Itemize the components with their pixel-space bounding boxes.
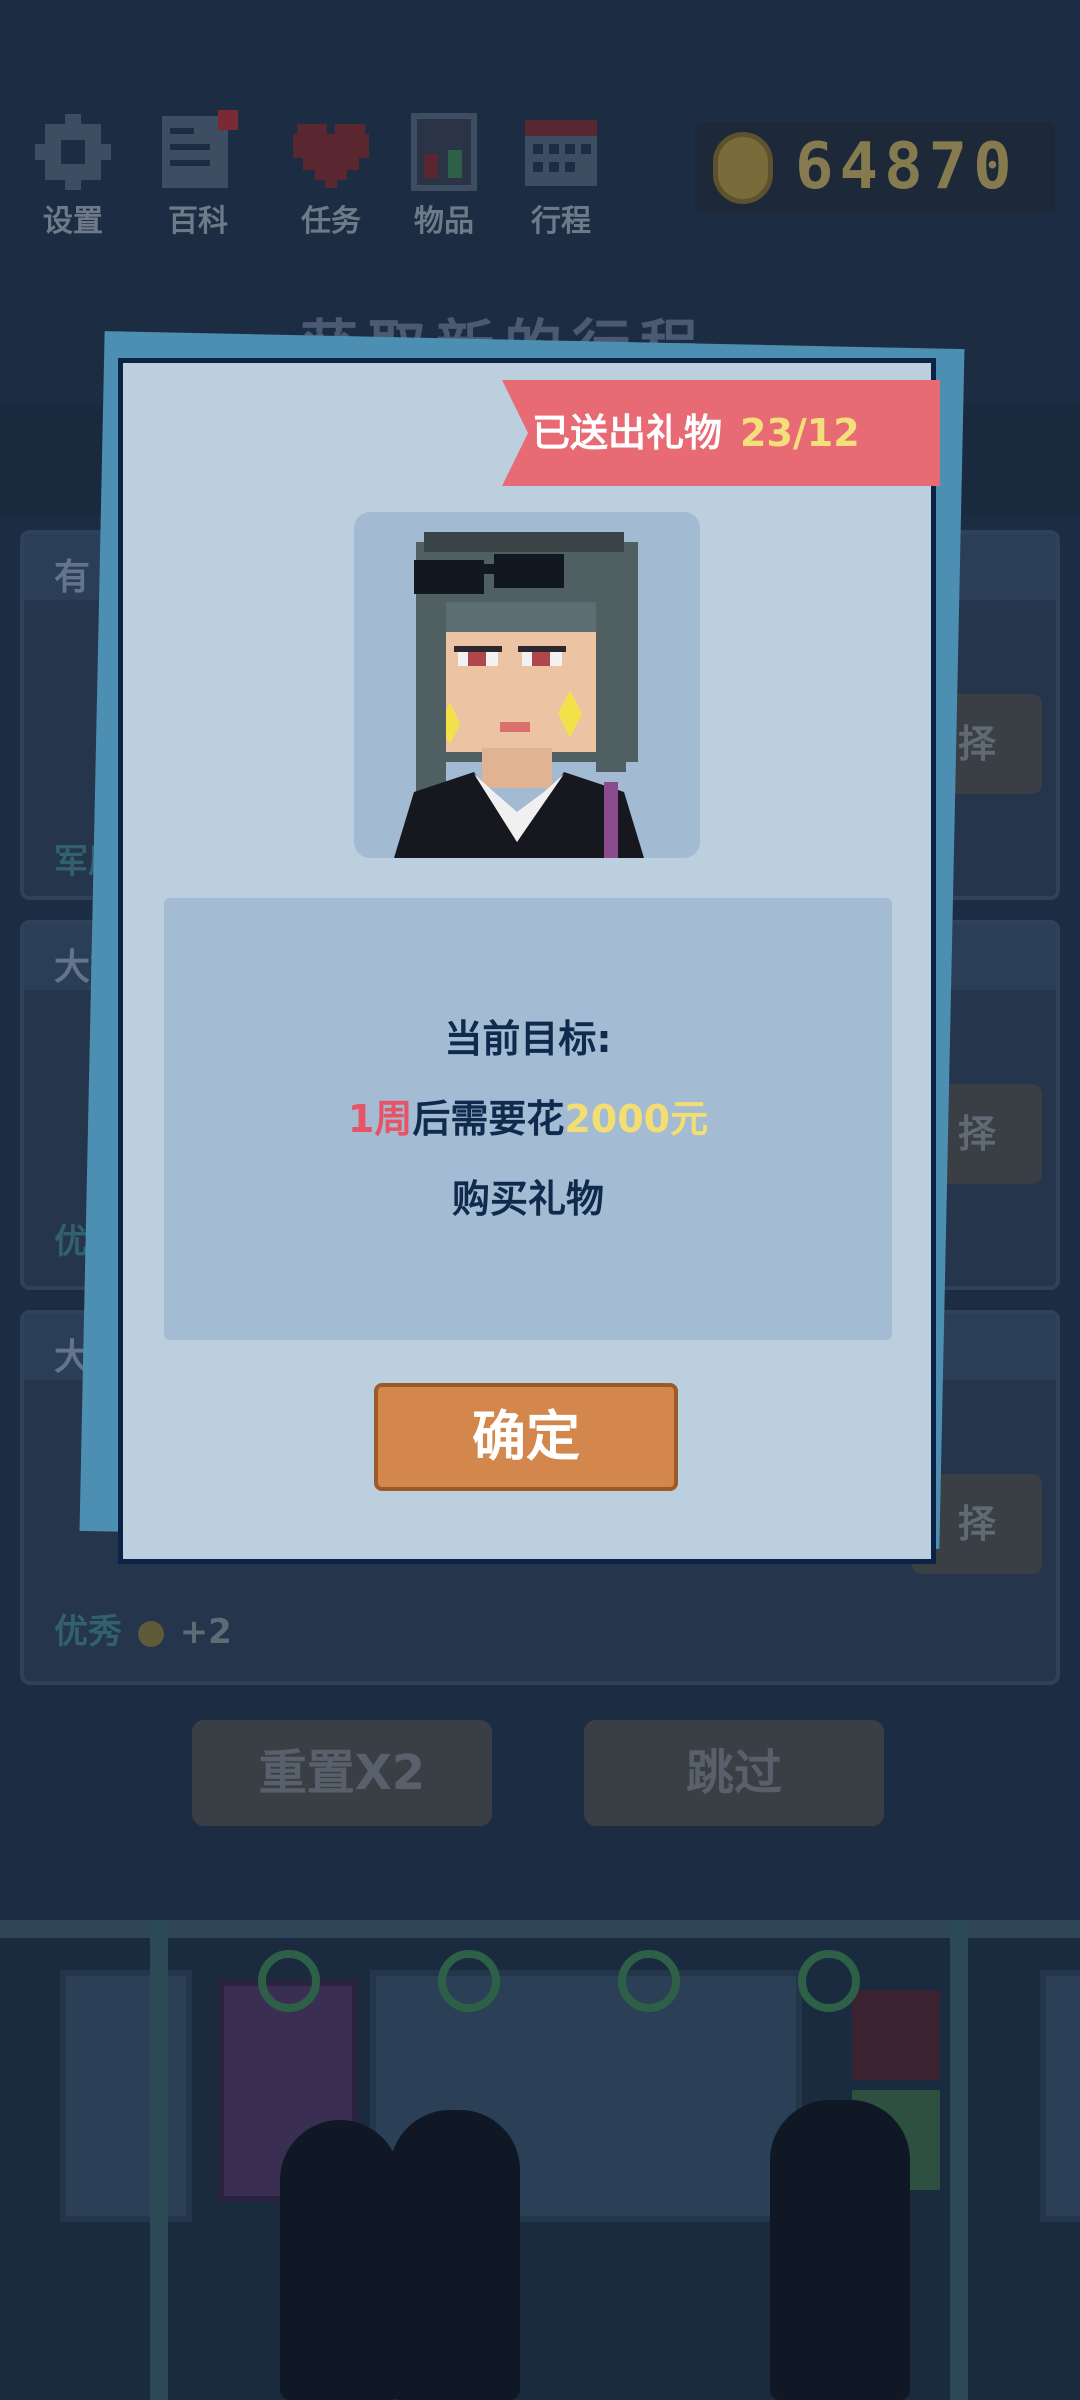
heart-icon: [289, 110, 373, 194]
pole: [150, 1920, 168, 2400]
encyclopedia-button[interactable]: 百科: [143, 110, 253, 240]
reset-button[interactable]: 重置X2: [192, 1720, 492, 1826]
skip-button[interactable]: 跳过: [584, 1720, 884, 1826]
coin-icon: [713, 132, 773, 204]
train-window: [60, 1970, 192, 2222]
items-label: 物品: [414, 204, 474, 239]
book-icon: [156, 110, 240, 194]
ribbon-text: 已送出礼物 23/12: [532, 380, 860, 486]
character-image: [394, 532, 644, 858]
card-reward: +2: [179, 1612, 232, 1652]
goal-text: 1周后需要花2000元: [164, 1088, 892, 1143]
settings-label: 设置: [43, 204, 103, 239]
hand-strap: [258, 1950, 320, 2012]
gear-icon: [31, 110, 115, 194]
schedule-label: 行程: [531, 204, 591, 239]
train-scene: [0, 1920, 1080, 2400]
goal-period: 1周: [347, 1097, 413, 1141]
sign: [852, 1990, 940, 2080]
confirm-button[interactable]: 确定: [374, 1383, 678, 1491]
train-window: [1040, 1970, 1080, 2222]
ribbon-count: 23/12: [740, 411, 860, 455]
items-button[interactable]: 物品: [389, 110, 499, 240]
card-rating-text: 优秀: [54, 1612, 122, 1652]
encyclopedia-label: 百科: [168, 204, 228, 239]
settings-button[interactable]: 设置: [18, 110, 128, 240]
goal-mid: 后需要花: [412, 1097, 565, 1141]
character-portrait: [354, 512, 700, 858]
hand-strap: [618, 1950, 680, 2012]
coin-value: 64870: [795, 130, 1018, 204]
gift-ribbon: 已送出礼物 23/12: [502, 380, 940, 486]
goal-end: 购买礼物: [451, 1177, 604, 1221]
coin-icon: [137, 1620, 164, 1647]
passenger: [390, 2110, 520, 2400]
tasks-button[interactable]: 任务: [276, 110, 386, 240]
ribbon-label: 已送出礼物: [532, 411, 723, 455]
tasks-label: 任务: [301, 204, 361, 239]
passenger: [770, 2100, 910, 2400]
pole: [950, 1920, 968, 2400]
schedule-button[interactable]: 行程: [506, 110, 616, 240]
coin-counter: 64870: [695, 122, 1055, 212]
card-rating: 优秀 +2: [54, 1604, 232, 1653]
box-icon: [402, 110, 486, 194]
calendar-icon: [519, 110, 603, 194]
goal-amount: 2000元: [564, 1097, 709, 1141]
goal-title: 当前目标:: [444, 1017, 612, 1061]
passenger: [280, 2120, 400, 2400]
card-header-text: 有: [54, 557, 91, 598]
hand-strap: [438, 1950, 500, 2012]
goal-panel: 当前目标: 1周后需要花2000元 购买礼物: [164, 898, 892, 1340]
hand-strap: [798, 1950, 860, 2012]
